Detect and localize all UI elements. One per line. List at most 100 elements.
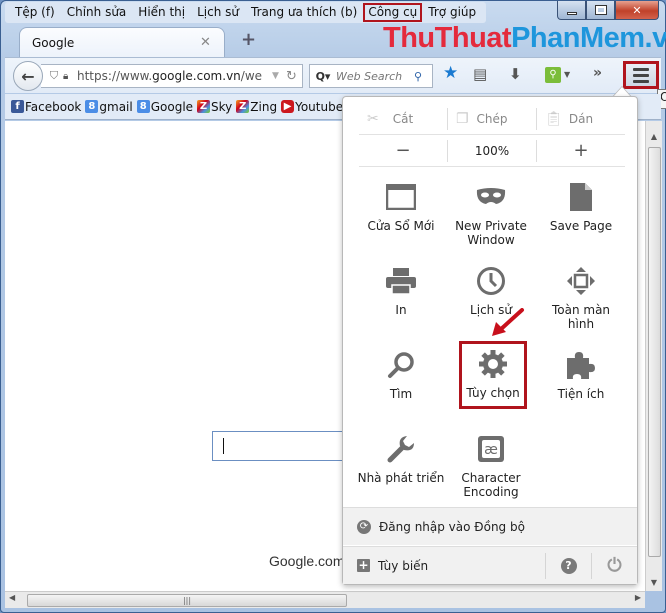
tile-label: Tìm bbox=[389, 387, 413, 401]
reload-icon[interactable]: ↻ bbox=[286, 69, 302, 84]
bookmark-youtube[interactable]: ▶ Youtube bbox=[281, 100, 343, 114]
addon-search-icon[interactable]: ⚲ bbox=[545, 67, 561, 83]
url-bar[interactable]: ⛉ 🔒︎ https://www.google.com.vn/we ▼ ↻ bbox=[41, 64, 303, 88]
tile-addons[interactable]: Tiện ích bbox=[537, 345, 625, 425]
copy-button[interactable]: ❐ Chép bbox=[447, 107, 536, 130]
search-go-icon[interactable]: ⚲ bbox=[414, 70, 432, 83]
tile-new-window[interactable]: Cửa Sổ Mới bbox=[357, 177, 445, 257]
zoom-in-button[interactable]: + bbox=[536, 139, 625, 162]
customize-button[interactable]: + Tùy biến bbox=[343, 547, 545, 584]
tile-label: Tiện ích bbox=[557, 387, 605, 401]
google-search-input[interactable] bbox=[212, 431, 352, 461]
search-input[interactable]: Web Search bbox=[336, 70, 414, 83]
cut-button[interactable]: ✂ Cắt bbox=[359, 108, 447, 130]
watermark-logo: ThuThuatPhanMem.vn bbox=[383, 21, 666, 55]
search-bar[interactable]: Q▾ Web Search ⚲ bbox=[309, 64, 433, 88]
zoom-out-button[interactable]: − bbox=[359, 140, 447, 162]
copy-icon: ❐ bbox=[456, 110, 469, 127]
tile-print[interactable]: In bbox=[357, 261, 445, 341]
bookmark-label: gmail bbox=[99, 99, 133, 114]
zoom-controls: − 100% + bbox=[359, 135, 625, 167]
vertical-scrollbar[interactable]: ▲ ▼ bbox=[645, 121, 662, 591]
bookmark-sky[interactable]: Z Sky bbox=[197, 100, 232, 114]
bookmark-gmail[interactable]: 8 gmail bbox=[85, 99, 133, 114]
clipboard-icon: 📋︎ bbox=[545, 110, 563, 127]
tile-new-private-window[interactable]: New Private Window bbox=[447, 177, 535, 257]
clock-icon bbox=[476, 263, 506, 299]
sync-signin-button[interactable]: ⟳ Đăng nhập vào Đồng bộ bbox=[343, 507, 637, 545]
tile-find[interactable]: Tìm bbox=[357, 345, 445, 425]
tile-label: New Private Window bbox=[455, 219, 527, 247]
quit-button[interactable]: ⏻ bbox=[591, 552, 637, 579]
menu-help[interactable]: Trợ giúp bbox=[422, 3, 482, 22]
menu-edit[interactable]: Chỉnh sửa bbox=[61, 3, 133, 22]
tile-save-page[interactable]: Save Page bbox=[537, 177, 625, 257]
bookmark-zing[interactable]: Z Zing bbox=[236, 100, 277, 114]
fullscreen-icon bbox=[566, 263, 596, 299]
bookmark-google[interactable]: 8 Google bbox=[136, 100, 193, 114]
tab-close-icon[interactable]: ✕ bbox=[200, 35, 224, 50]
scroll-left-icon[interactable]: ◀ bbox=[9, 593, 15, 602]
tab-google[interactable]: Google ✕ bbox=[19, 27, 225, 57]
vertical-scroll-thumb[interactable] bbox=[648, 147, 661, 557]
tile-label: Nhà phát triển bbox=[357, 471, 445, 485]
printer-icon bbox=[385, 263, 417, 299]
tile-label: Save Page bbox=[549, 219, 613, 233]
sync-label: Đăng nhập vào Đồng bộ bbox=[379, 519, 525, 534]
gear-icon bbox=[478, 346, 508, 382]
menu-file[interactable]: Tệp (f) bbox=[9, 3, 61, 22]
tile-developer[interactable]: Nhà phát triển bbox=[357, 429, 445, 509]
maximize-icon bbox=[594, 5, 607, 15]
menu-bar: Tệp (f) Chỉnh sửa Hiển thị Lịch sử Trang… bbox=[5, 2, 487, 23]
puzzle-icon bbox=[565, 347, 597, 383]
bookmarks-menu-icon[interactable]: ▤ bbox=[473, 65, 487, 83]
scroll-down-icon[interactable]: ▼ bbox=[646, 575, 662, 591]
maximize-button[interactable] bbox=[586, 1, 615, 20]
youtube-icon: ▶ bbox=[281, 100, 295, 113]
url-dropdown-icon[interactable]: ▼ bbox=[272, 71, 286, 81]
bookmark-facebook[interactable]: f Facebook bbox=[11, 100, 81, 114]
facebook-icon: f bbox=[11, 100, 24, 113]
minimize-icon bbox=[566, 11, 577, 15]
watermark-part2: PhanMem.vn bbox=[511, 22, 666, 54]
horizontal-scroll-thumb[interactable]: ||| bbox=[27, 594, 347, 607]
addon-dropdown-icon[interactable]: ▼ bbox=[564, 70, 570, 79]
back-arrow-icon: ← bbox=[21, 66, 35, 86]
back-button[interactable]: ← bbox=[13, 61, 43, 91]
scroll-up-icon[interactable]: ▲ bbox=[646, 129, 662, 145]
bookmark-star-icon[interactable]: ★ bbox=[443, 63, 458, 83]
google-icon: 8 bbox=[85, 100, 99, 113]
menu-view[interactable]: Hiển thị bbox=[132, 3, 191, 22]
zoom-reset-button[interactable]: 100% bbox=[447, 139, 536, 162]
menu-bookmarks[interactable]: Trang ưa thích (b) bbox=[245, 3, 363, 22]
tile-options[interactable]: Tùy chọn bbox=[459, 341, 527, 409]
google-footer-text: Google.com. bbox=[269, 553, 349, 569]
page-icon bbox=[569, 179, 593, 215]
paste-button[interactable]: 📋︎ Dán bbox=[536, 107, 625, 130]
bookmark-label: Zing bbox=[250, 99, 278, 114]
tile-label: Toàn màn hình bbox=[551, 303, 611, 331]
overflow-icon[interactable]: » bbox=[593, 65, 602, 81]
text-caret bbox=[223, 438, 224, 454]
shield-icon[interactable]: ⛉ bbox=[45, 69, 63, 83]
menu-tools[interactable]: Công cụ bbox=[363, 3, 423, 22]
scroll-right-icon[interactable]: ▶ bbox=[635, 593, 641, 602]
minimize-button[interactable] bbox=[557, 1, 586, 20]
open-menu-button[interactable] bbox=[623, 61, 659, 89]
horizontal-scrollbar[interactable]: ◀ ||| ▶ bbox=[5, 591, 645, 608]
panel-footer: + Tùy biến ? ⏻ bbox=[343, 546, 637, 584]
lock-icon: 🔒︎ bbox=[63, 70, 69, 82]
help-button[interactable]: ? bbox=[545, 552, 591, 579]
download-icon[interactable]: ⬇ bbox=[509, 65, 522, 83]
cut-label: Cắt bbox=[392, 111, 414, 126]
tile-character-encoding[interactable]: æ Character Encoding bbox=[447, 429, 535, 509]
svg-text:æ: æ bbox=[484, 442, 498, 458]
close-window-button[interactable]: ✕ bbox=[615, 1, 659, 20]
copy-label: Chép bbox=[476, 111, 508, 126]
menu-history[interactable]: Lịch sử bbox=[191, 3, 245, 22]
annotation-arrow-icon bbox=[492, 308, 524, 336]
new-tab-button[interactable]: + bbox=[241, 29, 256, 50]
tile-fullscreen[interactable]: Toàn màn hình bbox=[537, 261, 625, 341]
hamburger-icon-bar bbox=[633, 79, 649, 83]
search-engine-icon[interactable]: Q▾ bbox=[310, 70, 336, 83]
